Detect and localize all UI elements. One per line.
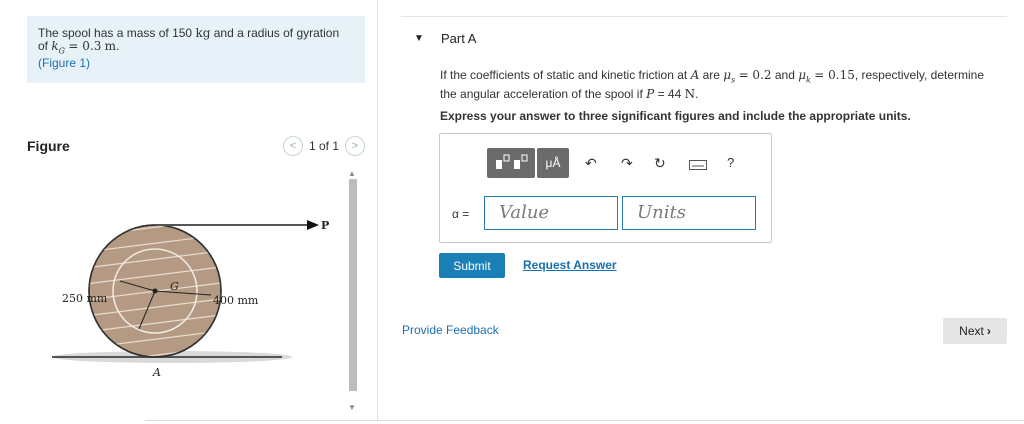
column-divider [377, 0, 378, 421]
collapse-icon[interactable]: ▼ [414, 33, 424, 44]
next-figure-button[interactable]: > [345, 136, 365, 156]
scroll-up-icon[interactable]: ▲ [348, 169, 356, 178]
force-P-symbol: P [646, 87, 655, 102]
figure-link[interactable]: (Figure 1) [38, 56, 90, 70]
problem-text: The spool has a mass of 150 [38, 26, 193, 40]
reset-icon[interactable]: ↻ [654, 155, 666, 172]
alpha-label: α = [452, 207, 470, 221]
answer-instructions: Express your answer to three significant… [440, 109, 911, 123]
center-G [152, 288, 158, 294]
provide-feedback-link[interactable]: Provide Feedback [402, 323, 499, 337]
point-A: A [690, 68, 700, 82]
figure-image: G 250 mm 400 mm P A [27, 167, 365, 421]
force-P-unit: N [684, 87, 696, 102]
kg-subscript: G [58, 46, 66, 56]
undo-icon[interactable]: ↶ [585, 155, 597, 172]
answer-box: μÅ ↶ ↷ ↻ ? α = Value Units [439, 133, 772, 243]
question-part-3: and [774, 68, 795, 82]
prev-figure-button[interactable]: < [282, 136, 303, 156]
scroll-down-icon[interactable]: ▼ [348, 403, 356, 412]
templates-icon [496, 154, 528, 169]
submit-button[interactable]: Submit [439, 253, 505, 278]
mu-s-value: = 0.2 [738, 68, 772, 82]
kg-unit: m [104, 39, 117, 53]
next-label: Next [959, 324, 984, 338]
next-button[interactable]: Next › [943, 318, 1007, 344]
force-P-value: = 44 [657, 87, 682, 102]
part-title[interactable]: Part A [441, 31, 476, 46]
question-part-1: If the coefficients of static and kineti… [440, 68, 688, 82]
kg-symbol: k [51, 39, 59, 53]
scroll-thumb[interactable] [349, 179, 357, 391]
mu-k-subscript: k [806, 75, 811, 85]
mu-s-subscript: s [731, 75, 736, 85]
problem-text-3: of [38, 39, 49, 53]
units-button[interactable]: μÅ [537, 148, 569, 178]
question-text: If the coefficients of static and kineti… [440, 68, 1010, 101]
problem-statement: The spool has a mass of 150 kg and a rad… [27, 16, 365, 83]
label-G: G [170, 280, 179, 293]
top-rule [401, 16, 1007, 17]
label-250: 250 mm [62, 292, 108, 305]
label-P: P [321, 219, 329, 232]
mass-unit: kg [195, 26, 211, 40]
figure-title: Figure [27, 138, 70, 154]
question-part-2: are [702, 68, 720, 82]
units-input[interactable]: Units [622, 196, 756, 230]
keyboard-icon[interactable] [689, 157, 707, 173]
chevron-right-icon: › [986, 324, 991, 338]
figure-pager: < 1 of 1 > [282, 136, 365, 156]
question-part-5: the angular acceleration of the spool if [440, 87, 643, 102]
question-period: . [695, 87, 699, 102]
kg-value: = 0.3 [68, 39, 102, 53]
pager-text: 1 of 1 [308, 139, 339, 153]
mu-k-symbol: μ [798, 68, 807, 82]
label-400: 400 mm [213, 294, 259, 307]
problem-text-2: and a radius of gyration [213, 26, 340, 40]
redo-icon[interactable]: ↷ [621, 155, 633, 172]
mu-s-symbol: μ [723, 68, 732, 82]
math-toolbar: μÅ ↶ ↷ ↻ ? [487, 148, 769, 180]
label-A: A [152, 366, 161, 379]
spool-diagram: G 250 mm 400 mm P A [52, 219, 329, 379]
templates-button[interactable] [487, 148, 535, 178]
help-button[interactable]: ? [727, 155, 734, 170]
force-arrow [307, 220, 319, 230]
figure-header: Figure < 1 of 1 > [27, 136, 365, 160]
request-answer-link[interactable]: Request Answer [523, 258, 617, 272]
question-part-4: , respectively, determine [854, 68, 985, 82]
mu-k-value: = 0.15 [814, 68, 855, 82]
figure-scrollbar[interactable]: ▲ ▼ [346, 167, 360, 421]
value-input[interactable]: Value [484, 196, 618, 230]
